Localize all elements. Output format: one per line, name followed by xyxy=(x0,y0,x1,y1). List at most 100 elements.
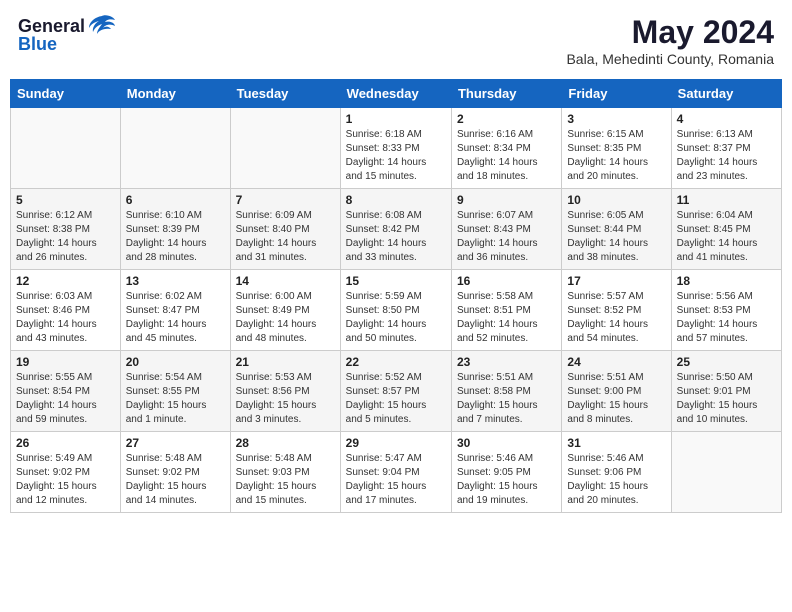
calendar-subtitle: Bala, Mehedinti County, Romania xyxy=(566,51,774,67)
day-number: 26 xyxy=(16,436,115,450)
day-number: 20 xyxy=(126,355,225,369)
table-row: 6 Sunrise: 6:10 AMSunset: 8:39 PMDaylight… xyxy=(120,189,230,270)
day-info: Sunrise: 6:16 AMSunset: 8:34 PMDaylight:… xyxy=(457,128,556,184)
table-row: 27Sunrise: 5:48 AMSunset: 9:02 PMDayligh… xyxy=(120,432,230,513)
day-number: 30 xyxy=(457,436,556,450)
day-info: Sunrise: 6:00 AMSunset: 8:49 PMDaylight:… xyxy=(236,290,335,346)
day-info: Sunrise: 6:18 AMSunset: 8:33 PMDaylight:… xyxy=(346,128,446,184)
day-info: Sunrise: 6:08 AMSunset: 8:42 PMDaylight:… xyxy=(346,209,446,265)
table-row xyxy=(120,108,230,189)
table-row: 3 Sunrise: 6:15 AMSunset: 8:35 PMDaylight… xyxy=(562,108,671,189)
table-row: 13 Sunrise: 6:02 AMSunset: 8:47 PMDayligh… xyxy=(120,270,230,351)
header-saturday: Saturday xyxy=(671,80,781,108)
day-number: 6 xyxy=(126,193,225,207)
day-number: 5 xyxy=(16,193,115,207)
header-friday: Friday xyxy=(562,80,671,108)
day-number: 29 xyxy=(346,436,446,450)
table-row: 14 Sunrise: 6:00 AMSunset: 8:49 PMDayligh… xyxy=(230,270,340,351)
day-number: 23 xyxy=(457,355,556,369)
calendar-title: May 2024 xyxy=(566,14,774,51)
day-info: Sunrise: 5:59 AMSunset: 8:50 PMDaylight:… xyxy=(346,290,446,346)
header-monday: Monday xyxy=(120,80,230,108)
day-info: Sunrise: 5:46 AMSunset: 9:05 PMDaylight:… xyxy=(457,452,556,508)
table-row: 26 Sunrise: 5:49 AMSunset: 9:02 PMDayligh… xyxy=(11,432,121,513)
table-row: 15Sunrise: 5:59 AMSunset: 8:50 PMDayligh… xyxy=(340,270,451,351)
table-row: 25 Sunrise: 5:50 AMSunset: 9:01 PMDayligh… xyxy=(671,351,781,432)
day-number: 11 xyxy=(677,193,776,207)
table-row: 18 Sunrise: 5:56 AMSunset: 8:53 PMDayligh… xyxy=(671,270,781,351)
day-number: 21 xyxy=(236,355,335,369)
table-row: 19 Sunrise: 5:55 AMSunset: 8:54 PMDayligh… xyxy=(11,351,121,432)
day-info: Sunrise: 6:10 AMSunset: 8:39 PMDaylight:… xyxy=(126,209,225,265)
header-wednesday: Wednesday xyxy=(340,80,451,108)
table-row: 8Sunrise: 6:08 AMSunset: 8:42 PMDaylight… xyxy=(340,189,451,270)
table-row xyxy=(230,108,340,189)
day-number: 17 xyxy=(567,274,665,288)
table-row: 16Sunrise: 5:58 AMSunset: 8:51 PMDayligh… xyxy=(451,270,561,351)
day-info: Sunrise: 5:55 AMSunset: 8:54 PMDaylight:… xyxy=(16,371,115,427)
day-number: 19 xyxy=(16,355,115,369)
table-row: 24Sunrise: 5:51 AMSunset: 9:00 PMDayligh… xyxy=(562,351,671,432)
table-row: 23 Sunrise: 5:51 AMSunset: 8:58 PMDayligh… xyxy=(451,351,561,432)
day-info: Sunrise: 5:49 AMSunset: 9:02 PMDaylight:… xyxy=(16,452,115,508)
day-number: 3 xyxy=(567,112,665,126)
day-number: 16 xyxy=(457,274,556,288)
table-row: 11 Sunrise: 6:04 AMSunset: 8:45 PMDayligh… xyxy=(671,189,781,270)
day-number: 27 xyxy=(126,436,225,450)
table-row: 17 Sunrise: 5:57 AMSunset: 8:52 PMDayligh… xyxy=(562,270,671,351)
day-info: Sunrise: 5:46 AMSunset: 9:06 PMDaylight:… xyxy=(567,452,665,508)
day-number: 22 xyxy=(346,355,446,369)
table-row: 5 Sunrise: 6:12 AMSunset: 8:38 PMDaylight… xyxy=(11,189,121,270)
table-row: 1 Sunrise: 6:18 AMSunset: 8:33 PMDaylight… xyxy=(340,108,451,189)
table-row: 22 Sunrise: 5:52 AMSunset: 8:57 PMDayligh… xyxy=(340,351,451,432)
day-info: Sunrise: 6:05 AMSunset: 8:44 PMDaylight:… xyxy=(567,209,665,265)
table-row: 28Sunrise: 5:48 AMSunset: 9:03 PMDayligh… xyxy=(230,432,340,513)
day-number: 25 xyxy=(677,355,776,369)
day-info: Sunrise: 6:13 AMSunset: 8:37 PMDaylight:… xyxy=(677,128,776,184)
calendar-week-row: 5 Sunrise: 6:12 AMSunset: 8:38 PMDaylight… xyxy=(11,189,782,270)
day-info: Sunrise: 6:15 AMSunset: 8:35 PMDaylight:… xyxy=(567,128,665,184)
day-number: 10 xyxy=(567,193,665,207)
day-number: 4 xyxy=(677,112,776,126)
table-row xyxy=(11,108,121,189)
calendar-table: Sunday Monday Tuesday Wednesday Thursday… xyxy=(10,79,782,513)
day-info: Sunrise: 6:07 AMSunset: 8:43 PMDaylight:… xyxy=(457,209,556,265)
logo: General Blue xyxy=(18,14,117,55)
header-tuesday: Tuesday xyxy=(230,80,340,108)
calendar-week-row: 1 Sunrise: 6:18 AMSunset: 8:33 PMDaylight… xyxy=(11,108,782,189)
table-row: 9Sunrise: 6:07 AMSunset: 8:43 PMDaylight… xyxy=(451,189,561,270)
page-header: General Blue May 2024 Bala, Mehedinti Co… xyxy=(10,10,782,71)
day-info: Sunrise: 5:54 AMSunset: 8:55 PMDaylight:… xyxy=(126,371,225,427)
day-info: Sunrise: 5:51 AMSunset: 8:58 PMDaylight:… xyxy=(457,371,556,427)
table-row: 4 Sunrise: 6:13 AMSunset: 8:37 PMDaylight… xyxy=(671,108,781,189)
day-info: Sunrise: 5:48 AMSunset: 9:03 PMDaylight:… xyxy=(236,452,335,508)
table-row xyxy=(671,432,781,513)
day-info: Sunrise: 6:03 AMSunset: 8:46 PMDaylight:… xyxy=(16,290,115,346)
table-row: 20 Sunrise: 5:54 AMSunset: 8:55 PMDayligh… xyxy=(120,351,230,432)
day-number: 7 xyxy=(236,193,335,207)
day-info: Sunrise: 6:04 AMSunset: 8:45 PMDaylight:… xyxy=(677,209,776,265)
header-sunday: Sunday xyxy=(11,80,121,108)
day-info: Sunrise: 6:09 AMSunset: 8:40 PMDaylight:… xyxy=(236,209,335,265)
day-number: 13 xyxy=(126,274,225,288)
day-number: 1 xyxy=(346,112,446,126)
day-info: Sunrise: 5:56 AMSunset: 8:53 PMDaylight:… xyxy=(677,290,776,346)
header-thursday: Thursday xyxy=(451,80,561,108)
day-number: 18 xyxy=(677,274,776,288)
calendar-week-row: 26 Sunrise: 5:49 AMSunset: 9:02 PMDayligh… xyxy=(11,432,782,513)
logo-bird-icon xyxy=(87,14,117,38)
day-info: Sunrise: 6:12 AMSunset: 8:38 PMDaylight:… xyxy=(16,209,115,265)
calendar-week-row: 19 Sunrise: 5:55 AMSunset: 8:54 PMDayligh… xyxy=(11,351,782,432)
day-number: 2 xyxy=(457,112,556,126)
day-info: Sunrise: 5:57 AMSunset: 8:52 PMDaylight:… xyxy=(567,290,665,346)
table-row: 10 Sunrise: 6:05 AMSunset: 8:44 PMDayligh… xyxy=(562,189,671,270)
day-number: 14 xyxy=(236,274,335,288)
day-info: Sunrise: 5:51 AMSunset: 9:00 PMDaylight:… xyxy=(567,371,665,427)
day-info: Sunrise: 5:52 AMSunset: 8:57 PMDaylight:… xyxy=(346,371,446,427)
day-info: Sunrise: 6:02 AMSunset: 8:47 PMDaylight:… xyxy=(126,290,225,346)
calendar-week-row: 12Sunrise: 6:03 AMSunset: 8:46 PMDayligh… xyxy=(11,270,782,351)
table-row: 2 Sunrise: 6:16 AMSunset: 8:34 PMDaylight… xyxy=(451,108,561,189)
day-info: Sunrise: 5:50 AMSunset: 9:01 PMDaylight:… xyxy=(677,371,776,427)
weekday-header-row: Sunday Monday Tuesday Wednesday Thursday… xyxy=(11,80,782,108)
title-section: May 2024 Bala, Mehedinti County, Romania xyxy=(566,14,774,67)
